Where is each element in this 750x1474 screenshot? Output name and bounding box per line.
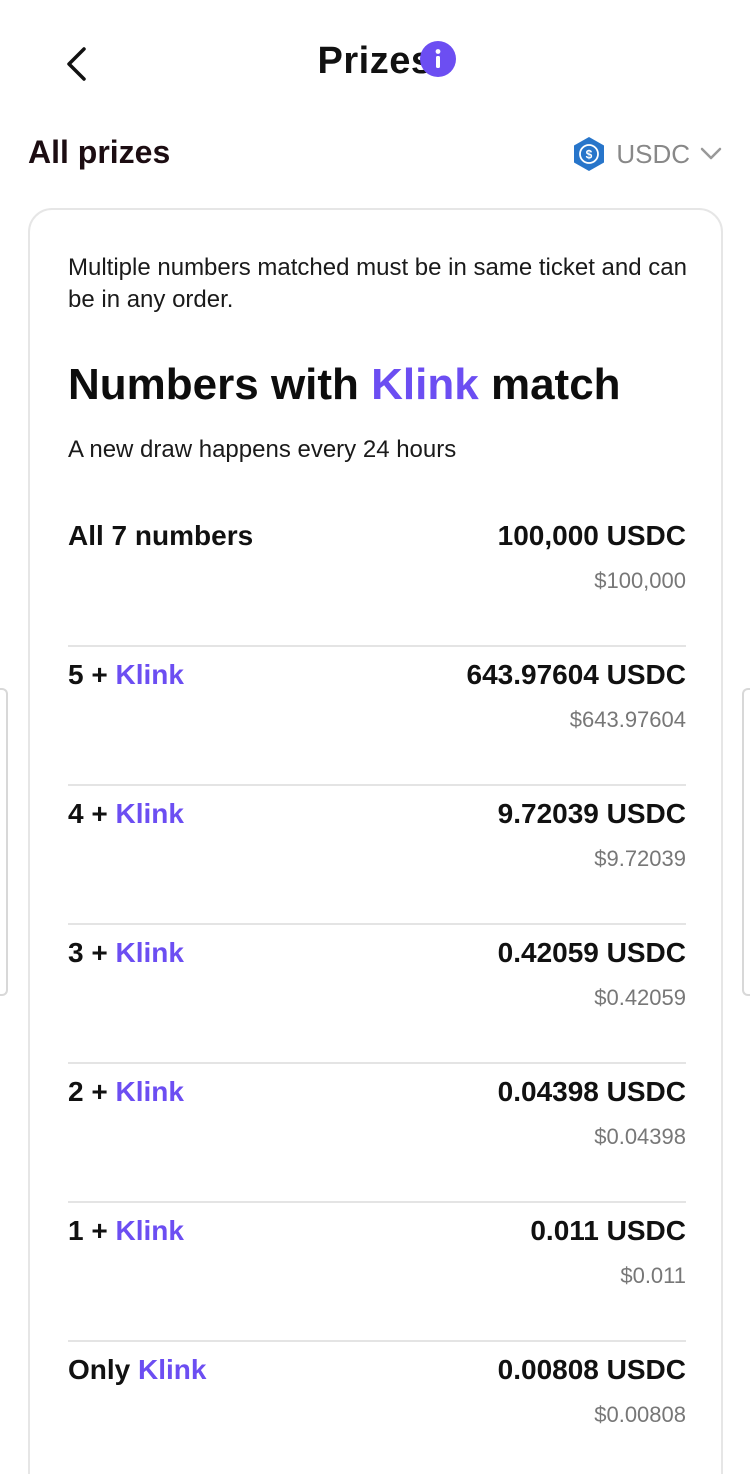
tier-text: 2 +	[68, 1076, 116, 1107]
prize-row: 5 + Klink 643.97604 USDC $643.97604	[68, 647, 686, 786]
svg-text:$: $	[586, 148, 593, 162]
prize-tier-label: 1 + Klink	[68, 1215, 184, 1247]
tier-text: 5 +	[68, 659, 116, 690]
prize-tier-label: 4 + Klink	[68, 798, 184, 830]
chevron-down-icon	[700, 147, 722, 160]
page-title: Prizes	[317, 40, 433, 82]
prize-usd-value: $100,000	[594, 568, 686, 593]
currency-dropdown[interactable]: $ USDC	[572, 134, 722, 174]
prize-usd-value: $0.04398	[594, 1124, 686, 1149]
prize-usd-value: $643.97604	[569, 707, 686, 732]
tier-text: All 7 numbers	[68, 520, 254, 551]
info-icon	[435, 49, 441, 68]
prizes-card: Multiple numbers matched must be in same…	[28, 208, 723, 1474]
prizes-headline: Numbers with Klink match	[68, 360, 621, 410]
headline-suffix: match	[478, 360, 621, 409]
tier-klink: Klink	[115, 798, 184, 829]
prize-tier-label: Only Klink	[68, 1354, 206, 1386]
prize-row: 1 + Klink 0.011 USDC $0.011	[68, 1203, 686, 1342]
prize-list: All 7 numbers 100,000 USDC $100,000 5 + …	[68, 508, 686, 1474]
draw-frequency-note: A new draw happens every 24 hours	[68, 436, 457, 463]
prize-amount: 9.72039 USDC	[497, 798, 686, 829]
usdc-coin-icon: $	[574, 137, 605, 171]
prize-amount: 0.42059 USDC	[497, 937, 686, 968]
tier-klink: Klink	[115, 1076, 184, 1107]
match-rule-note: Multiple numbers matched must be in same…	[68, 254, 687, 313]
tier-klink: Klink	[115, 1215, 184, 1246]
prize-amount: 0.00808 USDC	[497, 1354, 686, 1385]
prize-row: 3 + Klink 0.42059 USDC $0.42059	[68, 925, 686, 1064]
prize-usd-value: $0.42059	[594, 985, 686, 1010]
headline-prefix: Numbers with	[68, 360, 372, 409]
prize-tier-label: 3 + Klink	[68, 937, 184, 969]
tier-text: Only	[68, 1354, 139, 1385]
prize-usd-value: $0.00808	[594, 1402, 686, 1427]
prize-amount: 643.97604 USDC	[466, 659, 686, 690]
prize-tier-label: 2 + Klink	[68, 1076, 184, 1108]
tier-klink: Klink	[115, 659, 184, 690]
prize-row: 4 + Klink 9.72039 USDC $9.72039	[68, 786, 686, 925]
prize-tier-label: 5 + Klink	[68, 659, 184, 691]
tier-klink: Klink	[138, 1354, 207, 1385]
top-bar: Prizes	[0, 0, 750, 130]
prize-usd-value: $9.72039	[594, 846, 686, 871]
currency-label: USDC	[616, 138, 690, 169]
prize-row: All 7 numbers 100,000 USDC $100,000	[68, 508, 686, 647]
prize-amount: 100,000 USDC	[497, 520, 686, 551]
headline-accent: Klink	[371, 360, 479, 409]
tier-text: 1 +	[68, 1215, 116, 1246]
right-edge-handle	[742, 688, 750, 996]
tier-text: 3 +	[68, 937, 116, 968]
prize-row: Only Klink 0.00808 USDC $0.00808	[68, 1342, 686, 1474]
info-button[interactable]	[420, 41, 456, 77]
prize-row: 2 + Klink 0.04398 USDC $0.04398	[68, 1064, 686, 1203]
prize-tier-label: All 7 numbers	[68, 520, 253, 552]
prize-amount: 0.011 USDC	[530, 1215, 686, 1246]
tier-klink: Klink	[115, 937, 184, 968]
left-edge-handle	[0, 688, 8, 996]
tier-text: 4 +	[68, 798, 116, 829]
section-title: All prizes	[28, 134, 171, 170]
prize-amount: 0.04398 USDC	[497, 1076, 686, 1107]
prize-usd-value: $0.011	[620, 1263, 686, 1288]
